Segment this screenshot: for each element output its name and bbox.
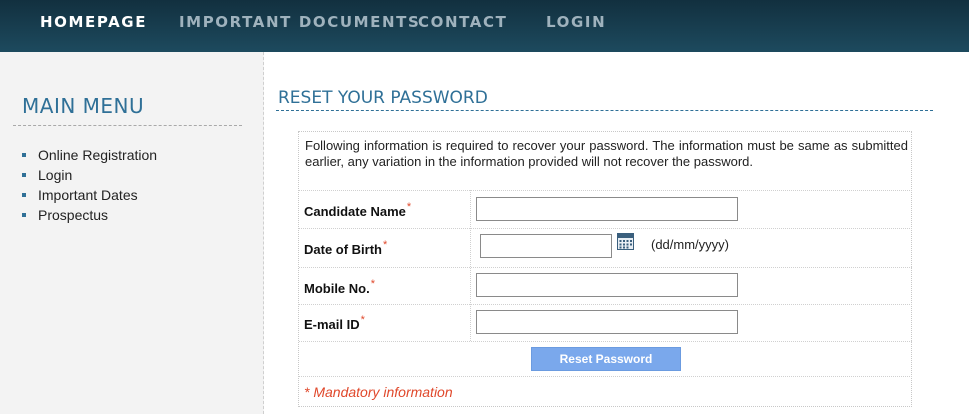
required-marker: * [406,201,412,213]
bullet-icon [22,173,26,178]
form-column-divider [470,190,471,341]
nav-contact-link[interactable]: CONTACT [418,13,507,31]
required-marker: * [360,314,365,326]
form-row-divider [299,376,912,377]
menu-item-prospectus[interactable]: Prospectus [22,207,157,227]
menu-item-label: Login [38,167,73,183]
info-text: Following information is required to rec… [305,138,908,169]
email-id-input[interactable] [476,310,738,334]
nav-important-documents-link[interactable]: IMPORTANT DOCUMENTS [179,13,420,31]
form-row-divider [299,267,912,268]
form-row-divider [299,341,912,342]
menu-item-label: Prospectus [38,207,109,223]
mobile-number-label: Mobile No.* [304,278,375,296]
menu-item-online-registration[interactable]: Online Registration [22,147,157,167]
mobile-number-input[interactable] [476,273,738,297]
bullet-icon [22,193,26,198]
email-id-label: E-mail ID* [304,314,365,332]
form-row-divider [299,304,912,305]
form-row-divider [299,228,912,229]
sidebar-title: MAIN MENU [22,94,145,118]
date-of-birth-label: Date of Birth* [304,239,388,257]
menu-item-label: Important Dates [38,187,138,203]
required-marker: * [370,278,375,290]
menu-item-important-dates[interactable]: Important Dates [22,187,157,207]
sidebar: MAIN MENU Online Registration Login Impo… [0,52,264,414]
top-navigation-bar: HOMEPAGE IMPORTANT DOCUMENTS CONTACT LOG… [0,0,969,52]
candidate-name-label: Candidate Name* [304,201,412,219]
main-menu-list: Online Registration Login Important Date… [22,147,157,227]
calendar-icon[interactable] [617,233,634,250]
candidate-name-input[interactable] [476,197,738,221]
form-row-divider [299,190,912,191]
date-format-hint: (dd/mm/yyyy) [651,237,729,252]
menu-item-label: Online Registration [38,147,158,163]
required-marker: * [383,239,388,251]
page-title: RESET YOUR PASSWORD [278,88,488,108]
bullet-icon [22,153,26,158]
menu-item-login[interactable]: Login [22,167,157,187]
date-of-birth-input[interactable] [480,234,612,258]
title-divider [276,110,933,111]
bullet-icon [22,213,26,218]
mandatory-information-note: * Mandatory information [304,384,453,400]
sidebar-divider [13,125,242,126]
nav-login-link[interactable]: LOGIN [546,13,606,31]
reset-password-button[interactable]: Reset Password [531,347,681,371]
nav-homepage-link[interactable]: HOMEPAGE [40,13,147,31]
